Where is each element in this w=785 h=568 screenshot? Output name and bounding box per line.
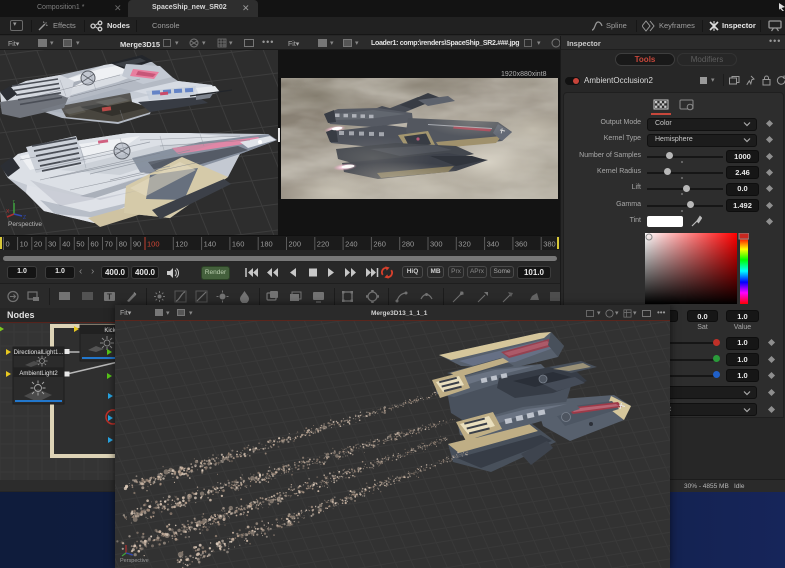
svg-text:120: 120: [175, 240, 188, 249]
svg-text:50: 50: [76, 240, 84, 249]
svg-text:360: 360: [515, 240, 528, 249]
svg-text:Y: Y: [12, 200, 16, 205]
svg-text:X: X: [6, 209, 10, 215]
svg-text:300: 300: [430, 240, 443, 249]
svg-text:90: 90: [133, 240, 141, 249]
svg-text:280: 280: [402, 240, 415, 249]
svg-text:AmbientLight2: AmbientLight2: [19, 371, 58, 377]
svg-text:240: 240: [345, 240, 358, 249]
svg-text:220: 220: [317, 240, 330, 249]
svg-text:320: 320: [458, 240, 471, 249]
svg-text:100: 100: [147, 240, 160, 249]
svg-text:30: 30: [48, 240, 56, 249]
svg-text:0: 0: [6, 240, 10, 249]
svg-text:20: 20: [34, 240, 42, 249]
svg-text:70: 70: [105, 240, 113, 249]
svg-text:260: 260: [373, 240, 386, 249]
svg-text:140: 140: [204, 240, 217, 249]
svg-text:340: 340: [487, 240, 500, 249]
svg-text:DirectionalLight1...: DirectionalLight1...: [14, 350, 64, 356]
svg-text:Z: Z: [23, 215, 26, 220]
svg-text:180: 180: [260, 240, 273, 249]
svg-text:160: 160: [232, 240, 245, 249]
svg-text:200: 200: [289, 240, 302, 249]
svg-text:380: 380: [543, 240, 556, 249]
svg-text:T: T: [107, 293, 112, 302]
svg-text:60: 60: [90, 240, 98, 249]
svg-text:10: 10: [20, 240, 28, 249]
svg-text:40: 40: [62, 240, 70, 249]
svg-text:80: 80: [119, 240, 127, 249]
